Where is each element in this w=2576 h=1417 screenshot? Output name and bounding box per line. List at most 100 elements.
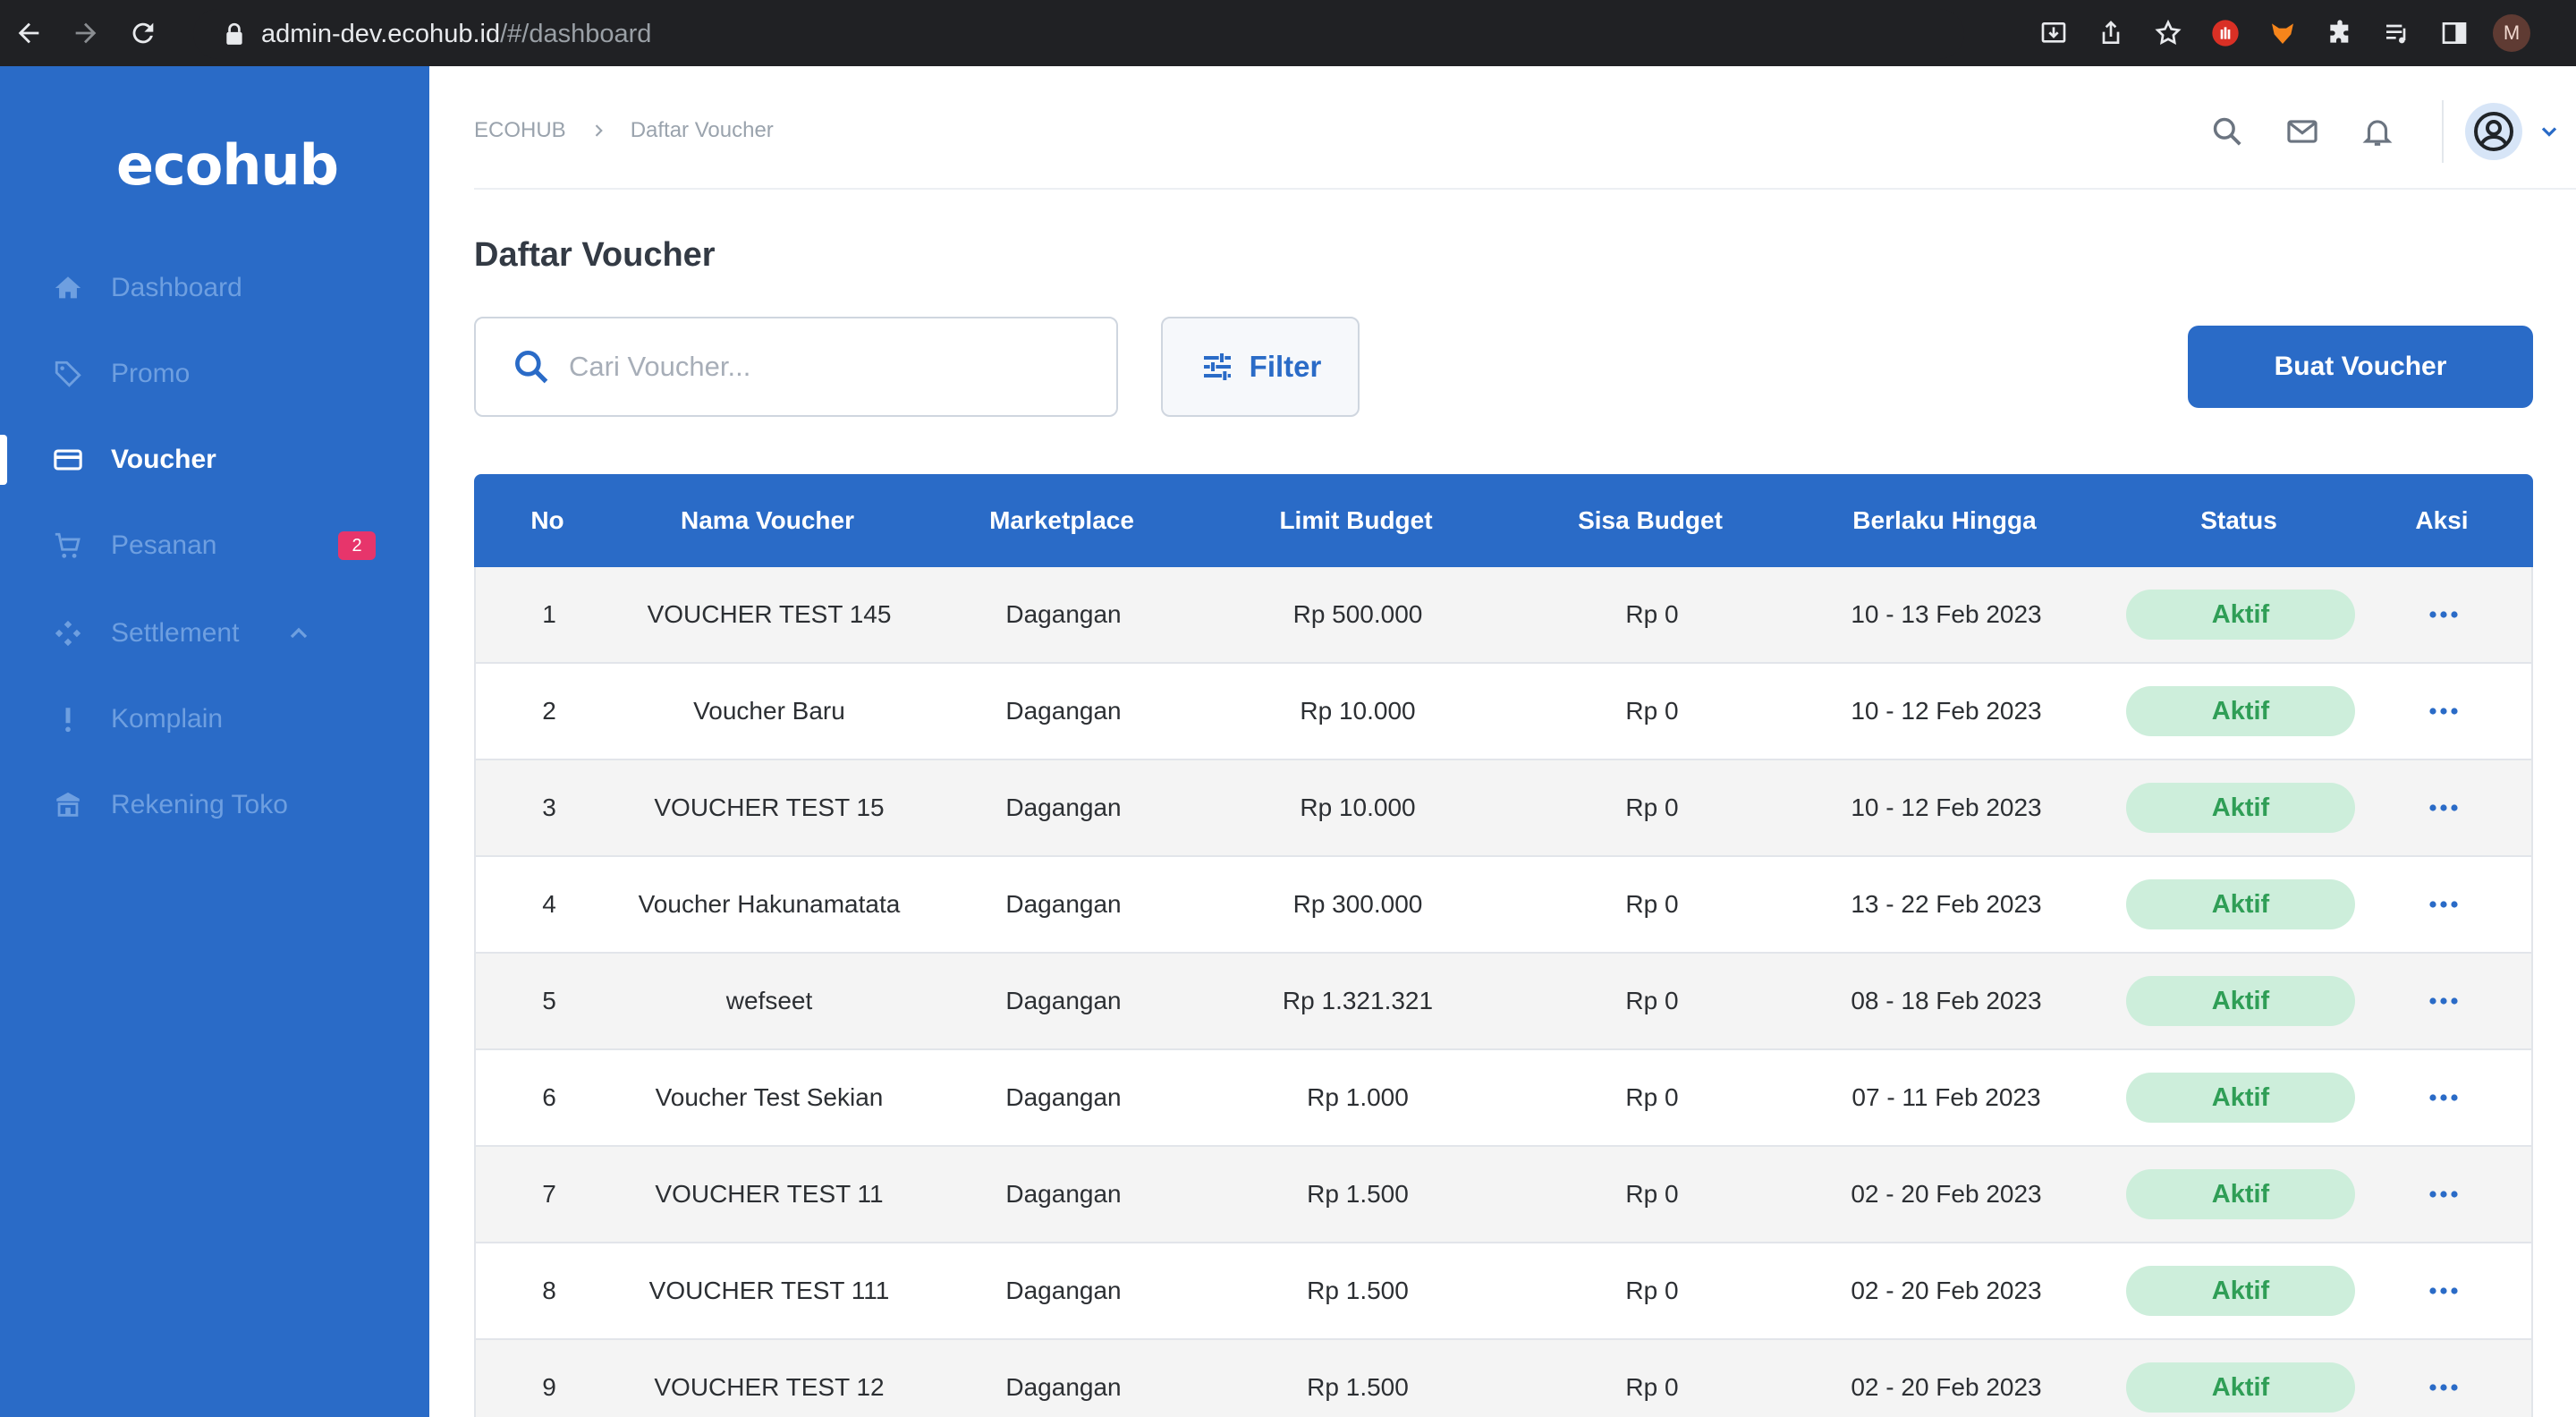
table-row[interactable]: 6 Voucher Test Sekian Dagangan Rp 1.000 … (474, 1050, 2533, 1147)
extension-red-button[interactable] (2197, 0, 2254, 66)
reading-list-button[interactable] (2368, 0, 2426, 66)
table-header: No Nama Voucher Marketplace Limit Budget… (474, 474, 2533, 567)
sidebar-item-komplain[interactable]: Komplain (0, 685, 429, 753)
create-voucher-button[interactable]: Buat Voucher (2188, 326, 2533, 408)
table-row[interactable]: 1 VOUCHER TEST 145 Dagangan Rp 500.000 R… (474, 567, 2533, 664)
voucher-search-input[interactable] (569, 351, 1088, 383)
status-badge: Aktif (2126, 590, 2355, 640)
table-row[interactable]: 9 VOUCHER TEST 12 Dagangan Rp 1.500 Rp 0… (474, 1340, 2533, 1417)
more-actions-icon[interactable] (2426, 1080, 2462, 1116)
share-button[interactable] (2082, 0, 2140, 66)
extension-fox-button[interactable] (2254, 0, 2311, 66)
browser-actions: M (2025, 0, 2576, 66)
chevron-up-icon[interactable] (284, 619, 313, 648)
cell-aksi (2388, 1176, 2499, 1212)
header-divider (2442, 100, 2444, 163)
column-header-no: No (530, 506, 564, 534)
puzzle-icon (2330, 20, 2349, 43)
forward-button[interactable] (57, 0, 114, 66)
more-actions-icon[interactable] (2426, 887, 2462, 922)
header-actions (2190, 100, 2576, 163)
notifications-button[interactable] (2340, 100, 2415, 163)
bookmark-button[interactable] (2140, 0, 2197, 66)
table-row[interactable]: 7 VOUCHER TEST 11 Dagangan Rp 1.500 Rp 0… (474, 1147, 2533, 1243)
cell-voucher-name: VOUCHER TEST 12 (654, 1373, 885, 1401)
media-list-icon (2386, 24, 2406, 44)
cell-aksi (2388, 693, 2499, 729)
more-actions-icon[interactable] (2426, 1176, 2462, 1212)
extensions-button[interactable] (2311, 0, 2368, 66)
cell-marketplace: Dagangan (1005, 890, 1122, 918)
arrow-right-icon (75, 22, 97, 44)
header-search-button[interactable] (2190, 100, 2265, 163)
side-panel-button[interactable] (2426, 0, 2483, 66)
table-row[interactable]: 5 wefseet Dagangan Rp 1.321.321 Rp 0 08 … (474, 954, 2533, 1050)
cell-limit-budget: Rp 1.500 (1307, 1180, 1409, 1208)
sidebar-item-label: Pesanan (111, 530, 217, 560)
filter-label: Filter (1249, 350, 1322, 383)
cell-voucher-name: Voucher Baru (693, 697, 845, 725)
sidebar-item-settlement[interactable]: Settlement (0, 599, 429, 667)
cell-status: Aktif (2093, 1073, 2388, 1123)
table-row[interactable]: 2 Voucher Baru Dagangan Rp 10.000 Rp 0 1… (474, 664, 2533, 760)
more-actions-icon[interactable] (2426, 1370, 2462, 1405)
sidebar-item-dashboard[interactable]: Dashboard (0, 254, 429, 322)
sidebar-item-pesanan[interactable]: Pesanan 2 (0, 512, 429, 580)
status-badge: Aktif (2126, 1169, 2355, 1219)
cell-status: Aktif (2093, 879, 2388, 929)
more-actions-icon[interactable] (2426, 1273, 2462, 1309)
cell-limit-budget: Rp 300.000 (1292, 890, 1423, 918)
address-bar[interactable]: admin-dev.ecohub.id/#/dashboard (193, 9, 1964, 59)
side-panel-icon (2442, 22, 2467, 44)
mail-icon (2287, 120, 2318, 143)
messages-button[interactable] (2265, 100, 2340, 163)
cell-aksi (2388, 887, 2499, 922)
cell-sisa-budget: Rp 0 (1625, 890, 1679, 918)
table-row[interactable]: 4 Voucher Hakunamatata Dagangan Rp 300.0… (474, 857, 2533, 954)
cell-berlaku-hingga: 02 - 20 Feb 2023 (1851, 1180, 2042, 1208)
ecohub-logo[interactable]: ecohub (116, 132, 339, 198)
cell-no: 4 (542, 890, 556, 918)
cell-sisa-budget: Rp 0 (1625, 1180, 1679, 1208)
cell-no: 1 (542, 600, 556, 628)
browser-menu-button[interactable] (2540, 0, 2576, 66)
user-circle-icon (2474, 112, 2513, 151)
user-menu-toggle[interactable] (2522, 100, 2576, 163)
sliders-icon (1203, 353, 1231, 380)
cell-berlaku-hingga: 10 - 12 Feb 2023 (1851, 793, 2042, 821)
status-badge: Aktif (2126, 976, 2355, 1026)
profile-button[interactable]: M (2483, 0, 2540, 66)
cell-voucher-name: wefseet (725, 987, 813, 1014)
cart-icon (50, 528, 86, 564)
cell-no: 8 (542, 1277, 556, 1304)
back-button[interactable] (0, 0, 57, 66)
breadcrumb-root[interactable]: ECOHUB (474, 118, 566, 143)
cell-status: Aktif (2093, 1266, 2388, 1316)
install-icon (2041, 21, 2066, 43)
table-row[interactable]: 3 VOUCHER TEST 15 Dagangan Rp 10.000 Rp … (474, 760, 2533, 857)
column-header-berlaku-hingga: Berlaku Hingga (1852, 506, 2037, 534)
voucher-search[interactable] (474, 317, 1118, 417)
install-app-button[interactable] (2025, 0, 2082, 66)
cell-sisa-budget: Rp 0 (1625, 697, 1679, 725)
sidebar-item-voucher[interactable]: Voucher (0, 426, 429, 494)
cell-limit-budget: Rp 1.500 (1307, 1373, 1409, 1401)
chevron-right-icon (595, 124, 603, 137)
cell-marketplace: Dagangan (1005, 1277, 1122, 1304)
search-icon (515, 351, 548, 384)
column-header-marketplace: Marketplace (989, 506, 1134, 534)
more-actions-icon[interactable] (2426, 790, 2462, 826)
more-actions-icon[interactable] (2426, 693, 2462, 729)
more-actions-icon[interactable] (2426, 597, 2462, 632)
filter-button[interactable]: Filter (1161, 317, 1360, 417)
more-actions-icon[interactable] (2426, 983, 2462, 1019)
user-avatar-button[interactable] (2465, 103, 2522, 160)
table-row[interactable]: 8 VOUCHER TEST 111 Dagangan Rp 1.500 Rp … (474, 1243, 2533, 1340)
status-badge: Aktif (2126, 1073, 2355, 1123)
reload-button[interactable] (114, 0, 172, 66)
cell-berlaku-hingga: 08 - 18 Feb 2023 (1851, 987, 2042, 1014)
sidebar-item-rekening-toko[interactable]: Rekening Toko (0, 771, 429, 839)
voucher-table: No Nama Voucher Marketplace Limit Budget… (474, 474, 2533, 1417)
cell-voucher-name: Voucher Test Sekian (655, 1083, 884, 1111)
sidebar-item-promo[interactable]: Promo (0, 340, 429, 408)
